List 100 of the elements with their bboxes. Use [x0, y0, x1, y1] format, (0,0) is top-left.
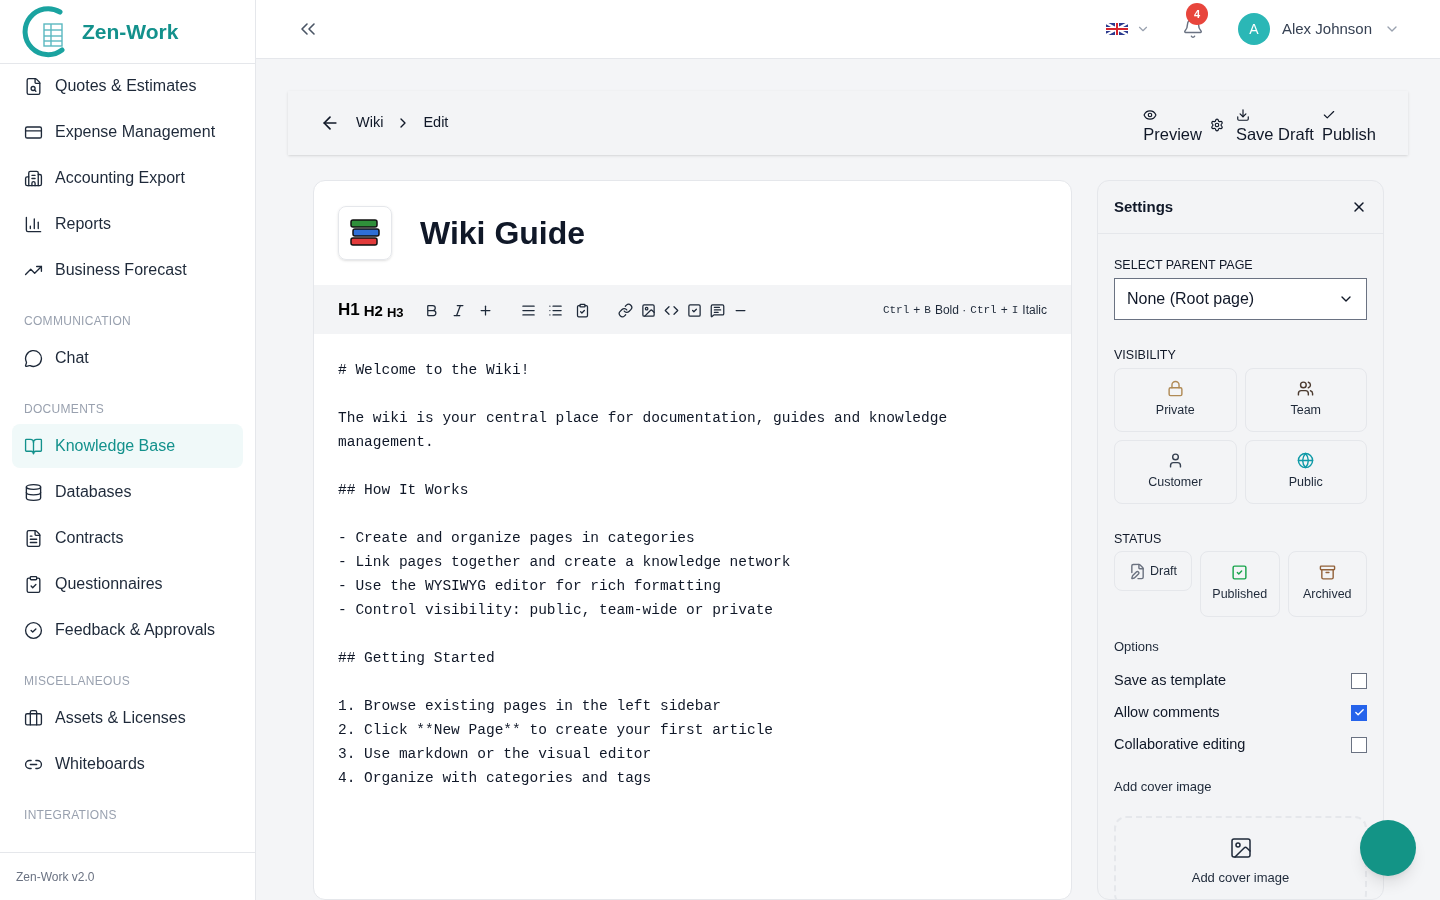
field-label: STATUS	[1114, 530, 1163, 548]
sidebar-item[interactable]: Whiteboards	[12, 742, 243, 786]
sidebar-item[interactable]: Feedback & Approvals	[12, 608, 243, 652]
database-icon	[24, 482, 43, 502]
breadcrumb-link[interactable]: Wiki	[356, 112, 384, 134]
option-card[interactable]: Public	[1244, 439, 1367, 504]
lock-icon	[1166, 379, 1184, 397]
editor-line: 2. Click **New Page** to create your first article	[338, 721, 775, 740]
link-icon[interactable]	[617, 302, 633, 318]
sidebar-item[interactable]: Knowledge Base	[12, 424, 243, 468]
editor-line: ## Getting Started	[338, 649, 496, 668]
panel-title: Settings	[1114, 196, 1174, 217]
section-heading: COMMUNICATION	[23, 313, 132, 330]
italic-icon[interactable]	[450, 302, 466, 318]
shortcut-hint: Bold ·	[934, 302, 967, 319]
heading-button[interactable]: H2	[363, 300, 383, 323]
sidebar-item[interactable]: Accounting Export	[12, 156, 243, 200]
editor-line: 4. Organize with categories and tags	[338, 769, 653, 788]
close-icon[interactable]	[1351, 199, 1367, 215]
sidebar-item[interactable]: Reports	[12, 202, 243, 246]
option-card[interactable]: Draft	[1114, 551, 1192, 592]
editor-line: management.	[338, 433, 435, 452]
editor-line: - Create and organize pages in categories	[338, 529, 696, 548]
download-icon	[1235, 107, 1250, 122]
preview-button[interactable]: Preview	[1143, 107, 1202, 147]
section-heading: DOCUMENTS	[23, 401, 106, 418]
field-label: VISIBILITY	[1114, 346, 1177, 364]
chat-bubble-icon	[24, 348, 43, 368]
page-title: Wiki Guide	[420, 214, 586, 253]
books-icon	[349, 218, 381, 248]
heading-button[interactable]: H3	[386, 303, 404, 323]
editor-line: ## How It Works	[338, 481, 470, 500]
briefcase-icon	[24, 708, 43, 728]
checkbox[interactable]	[1351, 736, 1367, 753]
floating-action-button[interactable]	[1360, 820, 1416, 876]
shortcut-key: Ctrl	[970, 301, 997, 319]
brand-name: Zen-Work	[82, 18, 179, 45]
sidebar-item[interactable]: Business Forecast	[12, 248, 243, 292]
plus-icon[interactable]	[477, 302, 493, 318]
heading-button[interactable]: H1	[338, 297, 360, 323]
section-heading: MISCELLANEOUS	[23, 673, 131, 690]
checkbox[interactable]	[1351, 704, 1367, 721]
memo-icon	[1128, 562, 1146, 580]
sidebar-item[interactable]: Databases	[12, 470, 243, 514]
comment-icon[interactable]	[709, 302, 725, 318]
editor-line: - Control visibility: public, team-wide or private	[338, 601, 775, 620]
option-card[interactable]: Team	[1244, 367, 1367, 432]
field-label: SELECT PARENT PAGE	[1114, 257, 1254, 274]
globe-icon	[1297, 451, 1315, 469]
align-icon[interactable]	[520, 302, 536, 318]
save-draft-button[interactable]: Save Draft	[1235, 107, 1314, 147]
option-card[interactable]: Archived	[1287, 551, 1367, 618]
version-label: Zen-Work v2.0	[0, 852, 255, 900]
shortcut-hint: +	[913, 302, 921, 319]
sidebar-item[interactable]: Questionnaires	[12, 562, 243, 606]
shortcut-hint: Italic	[1022, 302, 1047, 319]
avatar: A	[1237, 13, 1270, 45]
sidebar-item[interactable]: Contracts	[12, 516, 243, 560]
people-icon	[1297, 379, 1315, 397]
editor-line: - Link pages together and create a knowledge network	[338, 553, 792, 572]
notification-count: 4	[1185, 3, 1208, 25]
editor-line: The wiki is your central place for documentation, guides and knowledge	[338, 409, 949, 428]
checkbox[interactable]	[1351, 672, 1367, 689]
option-label: Allow comments	[1114, 702, 1220, 722]
editor-line: - Use the WYSIWYG editor for rich formatting	[338, 577, 722, 596]
option-label: Collaborative editing	[1114, 734, 1246, 754]
flag-icon	[1105, 23, 1128, 35]
publish-button[interactable]: Publish	[1321, 107, 1376, 147]
bar-chart-icon	[24, 214, 43, 234]
user-menu[interactable]: A Alex Johnson	[1237, 13, 1400, 45]
document-search-icon	[24, 76, 43, 96]
option-card[interactable]: Customer	[1114, 439, 1237, 504]
list-icon[interactable]	[547, 302, 563, 318]
language-selector[interactable]	[1105, 22, 1150, 36]
box-icon	[1318, 564, 1336, 582]
sidebar-item[interactable]: Assets & Licenses	[12, 696, 243, 740]
cover-label: Add cover image	[1114, 777, 1213, 796]
image-icon[interactable]	[640, 302, 656, 318]
check-circle-icon	[24, 620, 43, 640]
editor-line: 3. Use markdown or the visual editor	[338, 745, 653, 764]
option-card[interactable]: Published	[1200, 551, 1280, 618]
section-heading: INTEGRATIONS	[23, 807, 118, 824]
clipboard-icon	[24, 574, 43, 594]
clipboard-icon[interactable]	[574, 302, 590, 318]
check-box-icon	[1231, 564, 1249, 582]
option-card[interactable]: Private	[1114, 367, 1237, 432]
editor-line: 1. Browse existing pages in the left sidebar	[338, 697, 722, 716]
image-icon	[1228, 835, 1253, 860]
shortcut-hint: +	[1000, 302, 1008, 319]
settings-icon[interactable]	[1209, 118, 1224, 133]
sidebar-item[interactable]: Chat	[12, 336, 243, 380]
shortcut-key: Ctrl	[882, 301, 910, 319]
sidebar-item[interactable]: Quotes & Estimates	[12, 64, 243, 108]
shortcut-key: I	[1011, 301, 1019, 319]
shortcut-key: B	[924, 301, 931, 319]
sidebar-item[interactable]: Expense Management	[12, 110, 243, 154]
breadcrumb-current: Edit	[423, 113, 449, 133]
parent-page-select[interactable]: None (Root page)	[1114, 277, 1367, 320]
editor-line: # Welcome to the Wiki!	[338, 361, 531, 380]
checkbox-icon[interactable]	[686, 302, 702, 318]
